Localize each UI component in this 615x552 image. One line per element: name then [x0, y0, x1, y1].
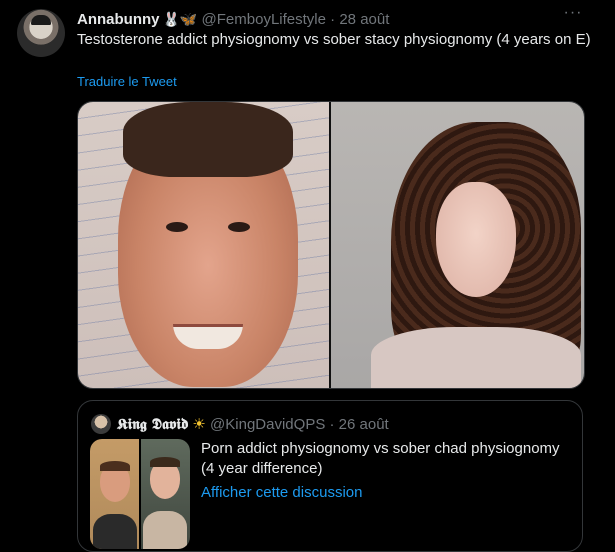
- media-photo-right[interactable]: [331, 102, 584, 388]
- separator-dot: ·: [330, 11, 336, 28]
- tweet-date[interactable]: 28 août: [339, 11, 389, 28]
- face-illustration: [436, 182, 516, 297]
- quoted-tweet-date: 26 août: [338, 416, 389, 433]
- sun-icon: ☀: [192, 416, 206, 433]
- author-emojis: 🐰🦋: [162, 11, 198, 27]
- author-name[interactable]: Annabunny: [77, 11, 160, 28]
- eye-illustration: [228, 222, 250, 232]
- quoted-tweet-text: Porn addict physiognomy vs sober chad ph…: [201, 440, 560, 477]
- author-avatar[interactable]: [17, 9, 65, 57]
- tweet-text: Testosterone addict physiognomy vs sober…: [77, 31, 591, 48]
- shirt-illustration: [93, 514, 137, 549]
- quoted-author-avatar: [91, 414, 111, 434]
- media-photo-left[interactable]: [78, 102, 329, 388]
- translate-tweet-link[interactable]: Traduire le Tweet: [77, 73, 177, 91]
- hair-illustration: [100, 461, 130, 471]
- show-thread-link[interactable]: Afficher cette discussion: [201, 483, 362, 503]
- author-handle[interactable]: @FemboyLifestyle: [202, 11, 326, 28]
- shirt-illustration: [143, 511, 187, 549]
- quoted-author-handle: @KingDavidQPS: [210, 416, 326, 433]
- shirt-illustration: [371, 327, 581, 388]
- quoted-author-name: 𝕶𝖎𝖓𝖌 𝕯𝖆𝖛𝖎𝖉: [117, 415, 189, 433]
- hair-illustration: [150, 457, 180, 467]
- quoted-media: [90, 439, 190, 549]
- eye-illustration: [166, 222, 188, 232]
- more-options-icon[interactable]: ···: [562, 5, 584, 27]
- quoted-photo-left: [90, 439, 139, 549]
- quoted-tweet-header: 𝕶𝖎𝖓𝖌 𝕯𝖆𝖛𝖎𝖉 ☀ @KingDavidQPS · 26 août: [117, 414, 389, 434]
- tweet-media: [77, 101, 585, 389]
- quoted-tweet[interactable]: 𝕶𝖎𝖓𝖌 𝕯𝖆𝖛𝖎𝖉 ☀ @KingDavidQPS · 26 août Porn…: [77, 400, 583, 552]
- tweet[interactable]: Annabunny 🐰🦋 @FemboyLifestyle · 28 août ·…: [0, 0, 615, 552]
- separator-dot: ·: [329, 416, 335, 433]
- quoted-photo-right: [141, 439, 190, 549]
- tweet-header: Annabunny 🐰🦋 @FemboyLifestyle · 28 août: [77, 9, 575, 29]
- hair-illustration: [123, 102, 293, 177]
